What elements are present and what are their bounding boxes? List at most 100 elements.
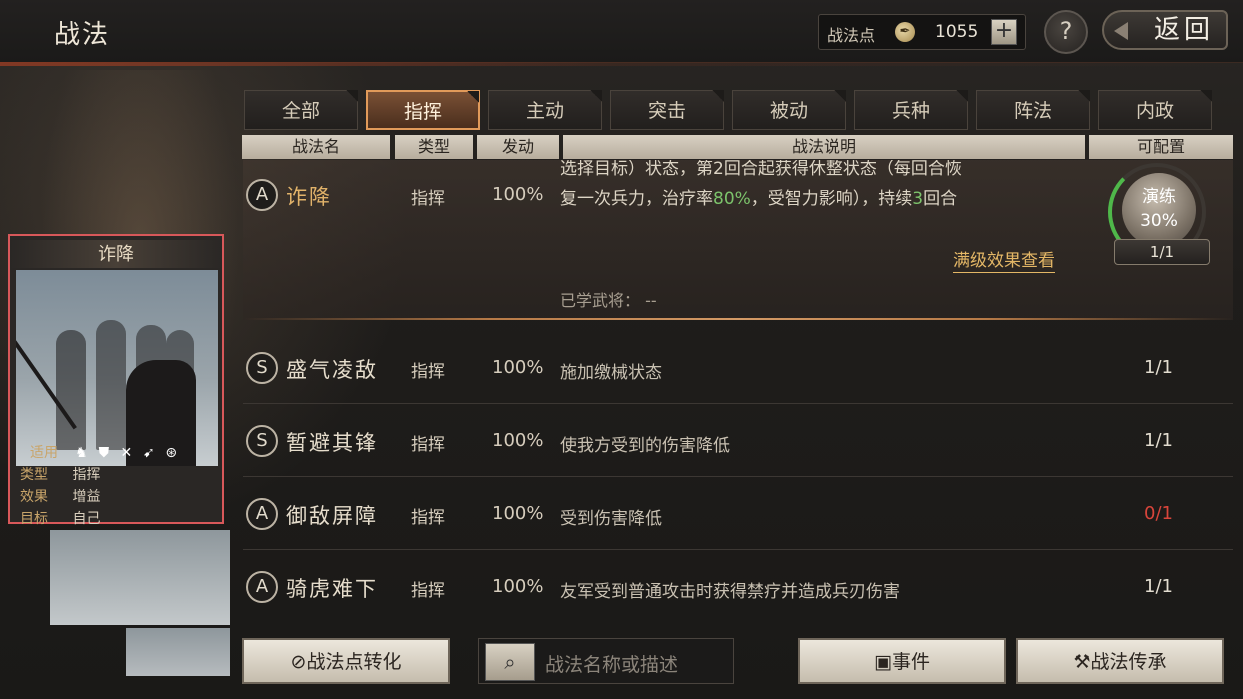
tactic-description: 友军受到普通攻击时获得禁疗并造成兵刃伤害 [560, 582, 900, 602]
siege-icon: ⊛ [165, 445, 178, 461]
tactic-description: 受到伤害降低 [560, 509, 662, 529]
tactic-type: 指挥 [411, 581, 445, 601]
tactic-name: 盛气凌敌 [286, 358, 378, 382]
learned-label: 已学武将： [560, 291, 641, 310]
desc-text-a: 复一次兵力，治疗率 [560, 189, 713, 209]
feather-icon: ⊘ [290, 651, 307, 673]
tactic-rank-badge: A [246, 179, 278, 211]
tactic-config: 1/1 [1144, 576, 1173, 597]
desc-line-1: 选择目标）状态，第2回合起获得休整状态（每回合恢 [560, 160, 962, 179]
lower-card-illustration-2 [126, 628, 230, 676]
convert-points-label: 战法点转化 [306, 651, 402, 673]
tab-domestic[interactable]: 内政 [1098, 90, 1212, 130]
tactic-type: 指挥 [411, 435, 445, 455]
back-arrow-icon [1114, 22, 1128, 40]
desc-line-2: 复一次兵力，治疗率80%，受智力影响），持续3回合 [560, 184, 1080, 214]
tactic-type: 指挥 [411, 508, 445, 528]
page-title: 战法 [54, 20, 111, 50]
desc-text-c: 回合 [923, 189, 958, 209]
tactic-trigger: 100% [492, 430, 544, 451]
card-apply-row: 适用 ♞ ⛊ ✕ ➹ ⊛ [16, 442, 218, 464]
selected-tactic-type: 指挥 [411, 189, 445, 209]
row-divider [243, 403, 1233, 404]
tactic-config: 1/1 [1144, 357, 1173, 378]
search-box[interactable]: ⌕ 战法名称或描述 [478, 638, 734, 684]
train-core: 演练 30% [1122, 173, 1196, 247]
card-apply-label: 适用 [30, 445, 58, 461]
search-input[interactable]: 战法名称或描述 [545, 650, 678, 677]
tab-passive[interactable]: 被动 [732, 90, 846, 130]
full-level-effect-link[interactable]: 满级效果查看 [953, 246, 1055, 273]
card-type-row: 类型 指挥 [16, 464, 218, 486]
shield-icon: ⛊ [98, 445, 110, 461]
back-label: 返回 [1153, 15, 1214, 45]
hammer-icon: ⚒ [1073, 651, 1091, 673]
tactic-rank-badge: A [246, 498, 278, 530]
feather-coin-icon: ✒ [895, 22, 915, 42]
inherit-button[interactable]: ⚒战法传承 [1016, 638, 1224, 684]
tactic-points-value: 1055 [935, 22, 979, 42]
selected-config-count: 1/1 [1114, 239, 1210, 265]
cavalry-icon: ♞ [75, 445, 88, 461]
card-type-value: 指挥 [72, 467, 101, 483]
tactic-config: 1/1 [1144, 430, 1173, 451]
selected-row-divider [243, 318, 1233, 320]
search-icon[interactable]: ⌕ [485, 643, 535, 681]
train-value: 30% [1140, 211, 1178, 231]
card-attributes: 适用 ♞ ⛊ ✕ ➹ ⊛ 类型 指挥 效果 增益 目标 自己 [16, 442, 218, 530]
back-button[interactable]: 返回 [1102, 10, 1228, 50]
column-header-name[interactable]: 战法名 [242, 135, 390, 159]
tactic-rank-badge: S [246, 352, 278, 384]
desc-duration: 3 [912, 189, 924, 209]
bow-icon: ✕ [120, 445, 133, 461]
tactic-trigger: 100% [492, 503, 544, 524]
column-header-config[interactable]: 可配置 [1089, 135, 1233, 159]
column-header-trigger[interactable]: 发动 [477, 135, 559, 159]
tactic-points-box: 战法点 ✒ 1055 + [818, 14, 1026, 50]
train-button[interactable]: 演练 30% 1/1 [1108, 163, 1214, 269]
event-button[interactable]: ▣事件 [798, 638, 1006, 684]
help-button[interactable]: ? [1044, 10, 1088, 54]
column-header-type[interactable]: 类型 [395, 135, 473, 159]
tactic-rank-badge: A [246, 571, 278, 603]
event-icon: ▣ [874, 651, 892, 673]
card-effect-row: 效果 增益 [16, 486, 218, 508]
tactic-name: 御敌屏障 [286, 504, 378, 528]
learned-value: -- [645, 291, 657, 310]
tactic-points-label: 战法点 [827, 26, 876, 45]
row-divider [243, 549, 1233, 550]
tab-command[interactable]: 指挥 [366, 90, 480, 130]
learned-generals: 已学武将： -- [560, 287, 657, 311]
card-tactic-name: 诈降 [10, 240, 222, 268]
add-points-button[interactable]: + [991, 19, 1017, 45]
card-type-label: 类型 [20, 467, 48, 483]
tab-active[interactable]: 主动 [488, 90, 602, 130]
lower-card-illustration [50, 530, 230, 625]
tactic-card: 诈降 适用 ♞ ⛊ ✕ ➹ ⊛ 类型 指挥 效果 增益 目标 自己 [8, 234, 224, 527]
card-target-value: 自己 [72, 511, 101, 527]
tab-assault[interactable]: 突击 [610, 90, 724, 130]
spear-icon: ➹ [142, 445, 155, 461]
card-target-row: 目标 自己 [16, 508, 218, 530]
card-target-label: 目标 [20, 511, 48, 527]
tab-formation[interactable]: 阵法 [976, 90, 1090, 130]
desc-heal-rate: 80% [713, 189, 751, 209]
card-effect-value: 增益 [72, 489, 101, 505]
tactic-type: 指挥 [411, 362, 445, 382]
event-label: 事件 [891, 651, 930, 673]
convert-points-button[interactable]: ⊘战法点转化 [242, 638, 450, 684]
tab-all[interactable]: 全部 [244, 90, 358, 130]
tactic-description: 使我方受到的伤害降低 [560, 436, 730, 456]
selected-tactic-name: 诈降 [286, 185, 332, 209]
row-divider [243, 476, 1233, 477]
tactic-rank-badge: S [246, 425, 278, 457]
tab-troop[interactable]: 兵种 [854, 90, 968, 130]
tactic-name: 骑虎难下 [286, 577, 378, 601]
column-header-description: 战法说明 [563, 135, 1085, 159]
card-illustration [16, 270, 218, 466]
tactic-name: 暂避其锋 [286, 431, 378, 455]
tactic-description: 施加缴械状态 [560, 363, 662, 383]
selected-tactic-trigger: 100% [492, 184, 544, 205]
selected-tactic-description: 选择目标）状态，第2回合起获得休整状态（每回合恢 复一次兵力，治疗率80%，受智… [560, 160, 1080, 216]
tactic-trigger: 100% [492, 576, 544, 597]
